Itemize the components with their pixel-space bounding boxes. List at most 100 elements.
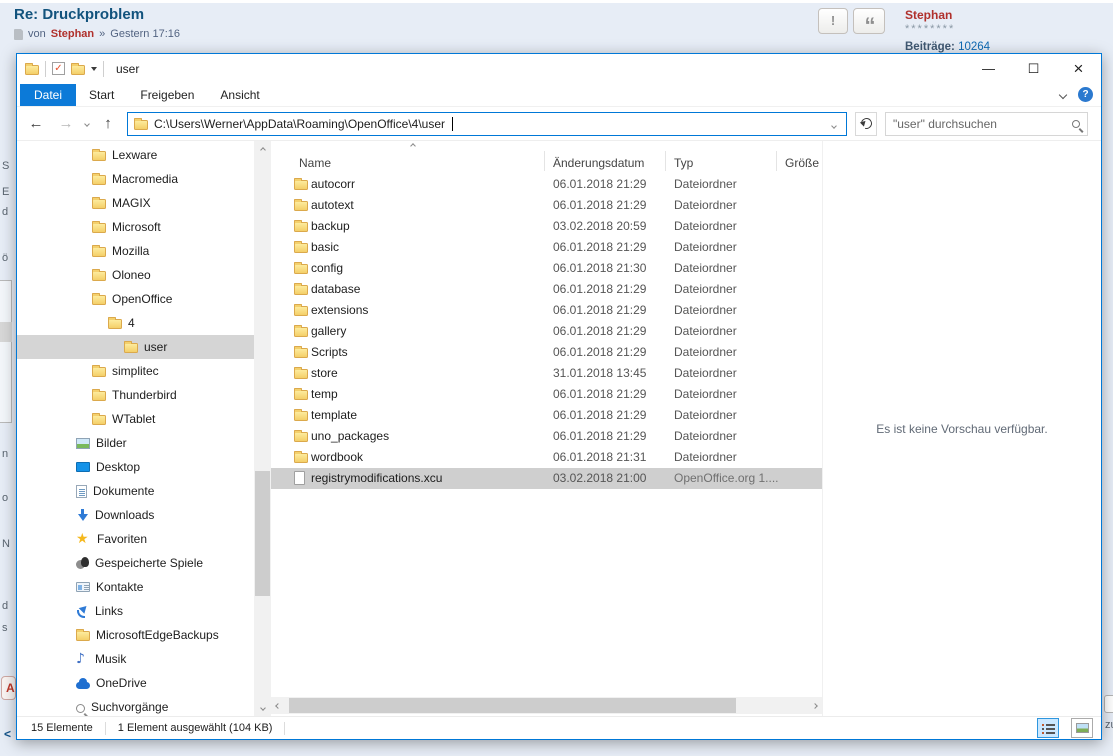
folder-icon [92,415,106,425]
file-row-template[interactable]: template06.01.2018 21:29Dateiordner [271,405,822,426]
address-bar[interactable]: C:\Users\Werner\AppData\Roaming\OpenOffi… [127,112,847,136]
folder-icon [294,348,308,358]
file-row-uno-packages[interactable]: uno_packages06.01.2018 21:29Dateiordner [271,426,822,447]
tree-item-label: Downloads [95,508,154,522]
expand-ribbon-icon[interactable] [1059,90,1067,98]
up-button[interactable]: ↑ [97,115,119,132]
maximize-button[interactable]: ☐ [1011,54,1056,83]
file-row-autocorr[interactable]: autocorr06.01.2018 21:29Dateiordner [271,174,822,195]
tree-item-microsoft[interactable]: Microsoft [17,215,254,239]
column-separator[interactable] [665,151,666,171]
tab-datei[interactable]: Datei [20,84,76,106]
file-row-gallery[interactable]: gallery06.01.2018 21:29Dateiordner [271,321,822,342]
tree-scrollbar[interactable] [254,141,271,716]
profile-username[interactable]: Stephan [905,8,990,22]
tree-item-favoriten[interactable]: ★Favoriten [17,527,254,551]
tree-item-musik[interactable]: ♪Musik [17,647,254,671]
file-row-wordbook[interactable]: wordbook06.01.2018 21:31Dateiordner [271,447,822,468]
thumbnails-view-button[interactable] [1071,718,1093,738]
new-folder-icon[interactable] [71,65,85,75]
scroll-left-arrow[interactable] [271,697,285,714]
column-header-size[interactable]: Größe [785,156,819,170]
tree-item-bilder[interactable]: Bilder [17,431,254,455]
scrollbar-thumb[interactable] [289,698,736,713]
tab-start[interactable]: Start [76,84,127,106]
address-input[interactable]: C:\Users\Werner\AppData\Roaming\OpenOffi… [154,117,445,131]
window-controls: — ☐ × [966,54,1101,83]
scroll-down-arrow[interactable] [254,699,271,716]
file-row-backup[interactable]: backup03.02.2018 20:59Dateiordner [271,216,822,237]
column-header-date[interactable]: Änderungsdatum [553,156,644,170]
address-dropdown-icon[interactable] [828,111,840,137]
help-button[interactable]: ? [1078,87,1093,102]
tree-item-downloads[interactable]: Downloads [17,503,254,527]
scrollbar-thumb[interactable] [255,471,270,596]
file-type: Dateiordner [674,321,737,342]
tree-item-onedrive[interactable]: OneDrive [17,671,254,695]
folder-icon [294,327,308,337]
tree-item-suchvorgaenge[interactable]: Suchvorgänge [17,695,254,716]
profile-posts-count[interactable]: 10264 [958,41,990,53]
report-post-button[interactable]: ! [818,8,848,34]
tree-item-label: OneDrive [96,676,147,690]
file-row-scripts[interactable]: Scripts06.01.2018 21:29Dateiordner [271,342,822,363]
tree-item-oloneo[interactable]: Oloneo [17,263,254,287]
file-row-config[interactable]: config06.01.2018 21:30Dateiordner [271,258,822,279]
tree-item-microsoftedgebackups[interactable]: MicrosoftEdgeBackups [17,623,254,647]
tree-item-user-selected[interactable]: user [17,335,254,359]
tree-item-macromedia[interactable]: Macromedia [17,167,254,191]
tree-item-links[interactable]: Links [17,599,254,623]
properties-icon[interactable]: ✓ [52,62,65,75]
tree-item-4[interactable]: 4 [17,311,254,335]
file-row-store[interactable]: store31.01.2018 13:45Dateiordner [271,363,822,384]
quote-post-button[interactable]: “ [853,8,885,34]
file-list-horizontal-scrollbar[interactable] [271,697,822,714]
edge-letter: n [2,448,8,460]
customize-toolbar-arrow-icon[interactable] [91,67,97,71]
tab-ansicht[interactable]: Ansicht [207,84,272,106]
scroll-right-arrow[interactable] [808,697,822,714]
file-type: Dateiordner [674,363,737,384]
tree-item-desktop[interactable]: Desktop [17,455,254,479]
tree-item-openoffice[interactable]: OpenOffice [17,287,254,311]
folder-icon [294,390,308,400]
minimize-button[interactable]: — [966,54,1011,83]
tree-item-wtablet[interactable]: WTablet [17,407,254,431]
history-dropdown-icon[interactable] [84,121,90,127]
search-input[interactable] [893,117,1072,131]
tree-item-simplitec[interactable]: simplitec [17,359,254,383]
pagination-fragment[interactable]: < [4,727,11,741]
folder-icon [294,285,308,295]
back-button[interactable]: ← [25,115,47,132]
file-row-autotext[interactable]: autotext06.01.2018 21:29Dateiordner [271,195,822,216]
file-row-extensions[interactable]: extensions06.01.2018 21:29Dateiordner [271,300,822,321]
column-separator[interactable] [544,151,545,171]
close-button[interactable]: × [1056,54,1101,83]
tab-freigeben[interactable]: Freigeben [127,84,207,106]
file-row-database[interactable]: database06.01.2018 21:29Dateiordner [271,279,822,300]
tree-item-label: WTablet [112,412,155,426]
forward-button[interactable]: → [55,115,77,132]
tree-item-thunderbird[interactable]: Thunderbird [17,383,254,407]
tree-item-label: Kontakte [96,580,143,594]
search-box[interactable] [885,112,1088,136]
tree-item-lexware[interactable]: Lexware [17,143,254,167]
tree-item-mozilla[interactable]: Mozilla [17,239,254,263]
column-header-type[interactable]: Typ [674,156,693,170]
file-row-temp[interactable]: temp06.01.2018 21:29Dateiordner [271,384,822,405]
file-row-basic[interactable]: basic06.01.2018 21:29Dateiordner [271,237,822,258]
tree-item-magix[interactable]: MAGIX [17,191,254,215]
tree-item-dokumente[interactable]: Dokumente [17,479,254,503]
file-type: Dateiordner [674,300,737,321]
post-author-link[interactable]: Stephan [51,28,94,40]
reply-button-fragment[interactable]: A [1,676,16,700]
tree-item-gespeicherte-spiele[interactable]: Gespeicherte Spiele [17,551,254,575]
file-row-registrymodifications-selected[interactable]: registrymodifications.xcu03.02.2018 21:0… [271,468,822,489]
column-separator[interactable] [776,151,777,171]
explorer-titlebar[interactable]: ✓ user — ☐ × [17,54,1101,83]
scroll-up-arrow[interactable] [254,141,271,158]
tree-item-kontakte[interactable]: Kontakte [17,575,254,599]
column-header-name[interactable]: Name [299,156,331,170]
refresh-button[interactable] [855,112,877,136]
details-view-button[interactable] [1037,718,1059,738]
